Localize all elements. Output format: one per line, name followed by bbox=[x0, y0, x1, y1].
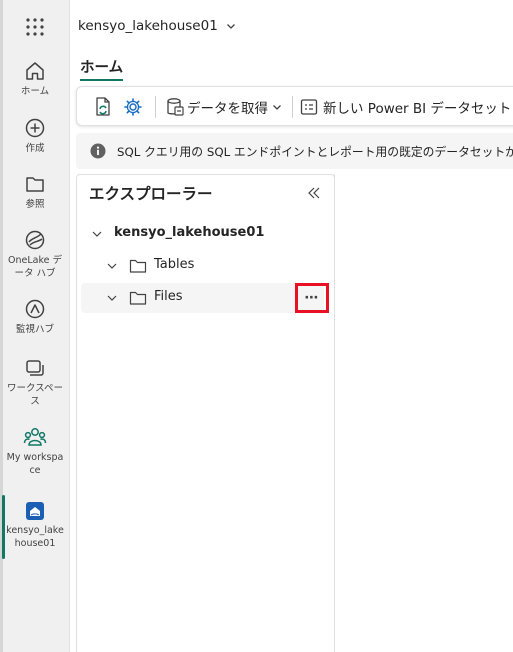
info-icon bbox=[90, 143, 106, 159]
lakehouse-icon bbox=[26, 502, 44, 520]
app-launcher-icon[interactable] bbox=[24, 16, 46, 38]
get-data-label: データを取得 bbox=[187, 101, 268, 117]
sidebar-item-browse[interactable]: 参照 bbox=[3, 173, 67, 211]
sidebar-item-label: My workspace bbox=[6, 452, 64, 476]
tab-home-indicator bbox=[80, 79, 123, 81]
chevron-down-icon bbox=[226, 24, 235, 29]
folder-icon bbox=[129, 291, 147, 305]
new-dataset-button[interactable]: 新しい Power BI データセット bbox=[300, 95, 511, 119]
workspace-name: kensyo_lakehouse01 bbox=[78, 18, 218, 34]
toolbar-separator bbox=[292, 96, 293, 118]
dataset-icon bbox=[300, 99, 318, 115]
tree-item-tables[interactable]: Tables bbox=[81, 251, 324, 281]
tree-item-lakehouse[interactable]: kensyo_lakehouse01 bbox=[81, 219, 324, 249]
chevron-down-icon bbox=[107, 263, 117, 269]
explorer-pane: エクスプローラー kensyo_lakehouse01 Tables Files… bbox=[76, 174, 335, 652]
sidebar-item-label: 作成 bbox=[25, 143, 45, 154]
sidebar-item-label: ワークスペース bbox=[6, 383, 64, 407]
ribbon-toolbar: データを取得 新しい Power BI データセット bbox=[76, 86, 513, 126]
tree-root-label: kensyo_lakehouse01 bbox=[114, 225, 265, 240]
sidebar-item-label: ホーム bbox=[20, 86, 50, 97]
get-data-button[interactable]: データを取得 bbox=[166, 95, 283, 119]
tree-tables-label: Tables bbox=[154, 257, 195, 272]
database-icon bbox=[167, 98, 184, 116]
monitor-icon bbox=[25, 299, 45, 319]
tab-home[interactable]: ホーム bbox=[80, 56, 123, 77]
explorer-title: エクスプローラー bbox=[89, 185, 213, 203]
sidebar-item-label: 監視ハブ bbox=[15, 324, 54, 335]
ellipsis-icon: ⋯ bbox=[304, 290, 320, 306]
my-workspace-icon bbox=[23, 428, 47, 446]
toolbar-separator bbox=[155, 96, 156, 118]
left-nav-rail: ホーム 作成 参照 OneLake データ ハブ 監視ハブ ワークスペース My… bbox=[0, 0, 70, 652]
new-dataset-label: 新しい Power BI データセット bbox=[323, 101, 512, 117]
gear-icon bbox=[124, 98, 142, 116]
more-options-button[interactable]: ⋯ bbox=[295, 283, 329, 313]
workspaces-icon bbox=[26, 360, 44, 376]
sidebar-item-onelake[interactable]: OneLake データ ハブ bbox=[3, 229, 67, 280]
sidebar-item-create[interactable]: 作成 bbox=[3, 117, 67, 155]
chevron-down-icon bbox=[92, 231, 102, 237]
tree-item-files[interactable]: Files ⋯ bbox=[81, 283, 329, 313]
chevron-down-icon bbox=[107, 295, 117, 301]
create-icon bbox=[25, 118, 45, 138]
settings-button[interactable] bbox=[123, 95, 143, 119]
refresh-button[interactable] bbox=[93, 95, 113, 119]
sidebar-item-monitor[interactable]: 監視ハブ bbox=[3, 298, 67, 336]
sidebar-item-my-workspace[interactable]: My workspace bbox=[3, 426, 67, 477]
sidebar-item-lakehouse[interactable]: kensyo_lakehouse01 bbox=[2, 495, 67, 559]
sidebar-item-label: OneLake データ ハブ bbox=[8, 255, 62, 279]
chevron-down-icon bbox=[273, 105, 281, 110]
folder-icon bbox=[129, 259, 147, 273]
onelake-icon bbox=[25, 230, 45, 250]
sidebar-item-label: kensyo_lakehouse01 bbox=[6, 525, 64, 549]
sidebar-item-label: 参照 bbox=[25, 199, 45, 210]
info-message-text: SQL クエリ用の SQL エンドポイントとレポート用の既定のデータセットが bbox=[117, 145, 513, 159]
collapse-pane-icon[interactable] bbox=[306, 185, 322, 201]
tree-files-label: Files bbox=[154, 289, 183, 304]
workspace-switcher[interactable]: kensyo_lakehouse01 bbox=[78, 18, 236, 34]
info-message-bar: SQL クエリ用の SQL エンドポイントとレポート用の既定のデータセットが bbox=[76, 133, 513, 169]
sidebar-item-home[interactable]: ホーム bbox=[3, 60, 67, 98]
sidebar-item-workspaces[interactable]: ワークスペース bbox=[3, 357, 67, 408]
refresh-document-icon bbox=[96, 97, 110, 116]
home-icon bbox=[26, 62, 44, 80]
content-divider bbox=[334, 174, 335, 652]
browse-icon bbox=[26, 177, 44, 192]
